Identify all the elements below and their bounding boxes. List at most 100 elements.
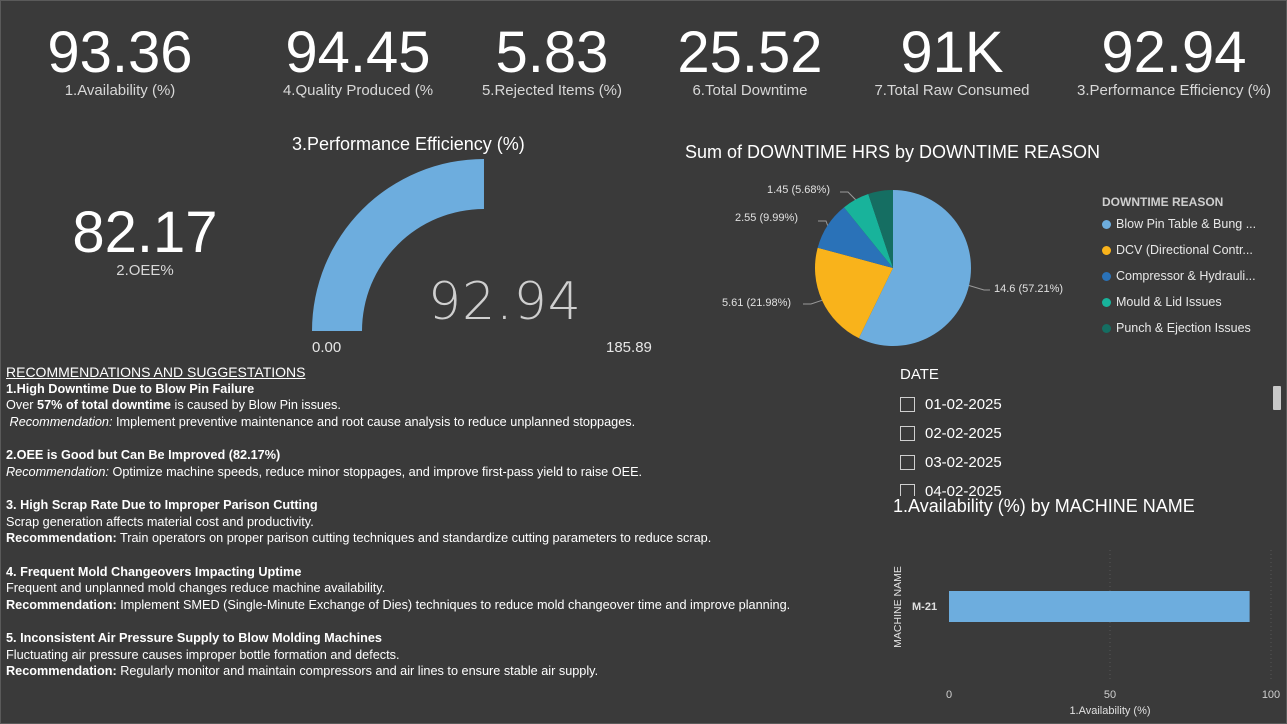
- kpi-card-quality[interactable]: 94.45 4.Quality Produced (%: [272, 18, 444, 100]
- recommendation-text: Over: [6, 398, 38, 412]
- recommendation-label: Recommendation:: [6, 664, 117, 678]
- recommendation-text: Scrap generation affects material cost a…: [6, 514, 314, 529]
- kpi-label: 3.Performance Efficiency (%): [1077, 82, 1271, 99]
- pie-leader-line: [968, 285, 990, 291]
- checkbox[interactable]: [900, 484, 915, 496]
- recommendation-title: 4. Frequent Mold Changeovers Impacting U…: [6, 564, 302, 579]
- kpi-value: 93.36: [47, 20, 193, 85]
- y-axis-title: MACHINE NAME: [892, 566, 904, 648]
- pie-leader-line: [803, 299, 823, 305]
- kpi-value: 94.45: [285, 20, 431, 85]
- bar[interactable]: [949, 591, 1250, 622]
- legend-item[interactable]: Blow Pin Table & Bung ...: [1102, 217, 1256, 243]
- checkbox[interactable]: [900, 397, 915, 412]
- recommendation-text: is caused by Blow Pin issues.: [170, 398, 341, 412]
- recommendation-text: Train operators on proper parison cuttin…: [116, 531, 712, 545]
- recommendation-4: 4. Frequent Mold Changeovers Impacting U…: [6, 564, 886, 614]
- kpi-value: 91K: [900, 20, 1004, 85]
- date-slicer-list: 01-02-2025 02-02-2025 03-02-2025 04-02-2…: [900, 390, 1270, 496]
- recommendation-label: Recommendation:: [6, 597, 117, 612]
- legend-item[interactable]: DCV (Directional Contr...: [1102, 243, 1256, 269]
- recommendation-text: Regularly monitor and maintain compresso…: [116, 664, 599, 678]
- kpi-card-raw-consumed[interactable]: 91K 7.Total Raw Consumed: [866, 18, 1038, 100]
- date-slicer-scrollbar[interactable]: [1273, 386, 1281, 410]
- legend-label: Punch & Ejection Issues: [1116, 321, 1251, 335]
- legend-item[interactable]: Punch & Ejection Issues: [1102, 321, 1256, 347]
- date-option[interactable]: 04-02-2025: [900, 477, 1270, 496]
- date-option[interactable]: 01-02-2025: [900, 390, 1270, 419]
- recommendation-5: 5. Inconsistent Air Pressure Supply to B…: [6, 630, 886, 680]
- legend-title: DOWNTIME REASON: [1102, 195, 1224, 209]
- recommendation-title: 1.High Downtime Due to Blow Pin Failure: [6, 381, 255, 396]
- recommendation-emphasis: 57% of total downtime: [37, 398, 171, 412]
- recommendation-label: Recommendation:: [9, 414, 113, 429]
- recommendations-textbox: RECOMMENDATIONS AND SUGGESTATIONS 1.High…: [6, 364, 886, 697]
- pie-data-label: 5.61 (21.98%): [722, 297, 792, 309]
- kpi-value: 25.52: [677, 20, 823, 85]
- recommendation-text: Implement preventive maintenance and roo…: [112, 414, 636, 429]
- legend-label: Compressor & Hydrauli...: [1116, 269, 1256, 283]
- kpi-card-rejected[interactable]: 5.83 5.Rejected Items (%): [472, 18, 632, 100]
- recommendations-heading: RECOMMENDATIONS AND SUGGESTATIONS: [6, 364, 306, 380]
- downtime-pie-chart[interactable]: [690, 170, 990, 355]
- gauge-min-label: 0.00: [312, 339, 342, 356]
- date-option[interactable]: 02-02-2025: [900, 419, 1270, 448]
- x-axis-title: 1.Availability (%): [1069, 705, 1150, 717]
- pie-leader-line: [840, 191, 856, 200]
- recommendation-title: 2.OEE is Good but Can Be Improved (82.17…: [6, 448, 281, 462]
- recommendation-text: Implement SMED (Single-Minute Exchange o…: [116, 597, 791, 612]
- date-option-label: 01-02-2025: [925, 396, 1002, 413]
- gauge-max-label: 185.89: [606, 339, 652, 356]
- recommendation-title: 5. Inconsistent Air Pressure Supply to B…: [6, 631, 382, 645]
- legend-dot: [1102, 298, 1111, 307]
- checkbox[interactable]: [900, 455, 915, 470]
- bar-chart-title: 1.Availability (%) by MACHINE NAME: [893, 496, 1195, 516]
- legend-dot: [1102, 272, 1111, 281]
- pie-data-label: 14.6 (57.21%): [994, 283, 1064, 295]
- recommendation-1: 1.High Downtime Due to Blow Pin Failure …: [6, 381, 886, 431]
- oee-card[interactable]: 82.17 2.OEE%: [55, 198, 235, 279]
- kpi-label: 6.Total Downtime: [692, 82, 808, 99]
- legend-label: Blow Pin Table & Bung ...: [1116, 217, 1257, 231]
- kpi-value: 92.94: [1101, 20, 1247, 85]
- recommendation-label: Recommendation:: [6, 464, 109, 479]
- pie-data-label: 1.45 (5.68%): [767, 184, 830, 196]
- oee-value: 82.17: [72, 200, 218, 265]
- date-option-label: 03-02-2025: [925, 454, 1002, 471]
- kpi-label: 5.Rejected Items (%): [481, 82, 623, 99]
- x-tick-label: 50: [1104, 689, 1116, 701]
- legend-label: Mould & Lid Issues: [1116, 295, 1222, 309]
- kpi-label: 4.Quality Produced (%: [282, 82, 434, 99]
- checkbox[interactable]: [900, 426, 915, 441]
- recommendation-label: Recommendation:: [6, 531, 117, 545]
- legend-dot: [1102, 246, 1111, 255]
- legend-dot: [1102, 220, 1111, 229]
- legend-dot: [1102, 324, 1111, 333]
- date-option[interactable]: 03-02-2025: [900, 448, 1270, 477]
- pie-data-label: 2.55 (9.99%): [735, 212, 798, 224]
- pie-legend: DOWNTIME REASON Blow Pin Table & Bung ..…: [1102, 195, 1256, 347]
- legend-item[interactable]: Mould & Lid Issues: [1102, 295, 1256, 321]
- x-tick-label: 0: [946, 689, 952, 701]
- pie-leader-line: [818, 220, 829, 226]
- recommendation-2: 2.OEE is Good but Can Be Improved (82.17…: [6, 447, 886, 480]
- recommendation-text: Fluctuating air pressure causes improper…: [6, 647, 400, 662]
- recommendation-text: Frequent and unplanned mold changes redu…: [6, 581, 386, 595]
- date-option-label: 04-02-2025: [925, 483, 1002, 496]
- gauge-value: 92.94: [428, 272, 582, 332]
- kpi-label: 7.Total Raw Consumed: [874, 82, 1030, 99]
- kpi-card-downtime[interactable]: 25.52 6.Total Downtime: [670, 18, 830, 100]
- date-slicer-title: DATE: [900, 366, 939, 383]
- gauge-title: 3.Performance Efficiency (%): [292, 134, 525, 154]
- category-label: M-21: [912, 601, 937, 613]
- x-tick-label: 100: [1262, 689, 1280, 701]
- availability-bar-chart[interactable]: M-21 0 50 100 1.Availability (%) MACHINE NAME: [885, 530, 1285, 720]
- pie-chart-title: Sum of DOWNTIME HRS by DOWNTIME REASON: [685, 142, 1101, 162]
- kpi-card-performance[interactable]: 92.94 3.Performance Efficiency (%): [1068, 18, 1280, 100]
- recommendation-text: Optimize machine speeds, reduce minor st…: [108, 464, 643, 479]
- recommendation-title: 3. High Scrap Rate Due to Improper Paris…: [6, 498, 318, 512]
- legend-item[interactable]: Compressor & Hydrauli...: [1102, 269, 1256, 295]
- recommendation-3: 3. High Scrap Rate Due to Improper Paris…: [6, 497, 886, 547]
- kpi-card-availability[interactable]: 93.36 1.Availability (%): [40, 18, 200, 100]
- date-option-label: 02-02-2025: [925, 425, 1002, 442]
